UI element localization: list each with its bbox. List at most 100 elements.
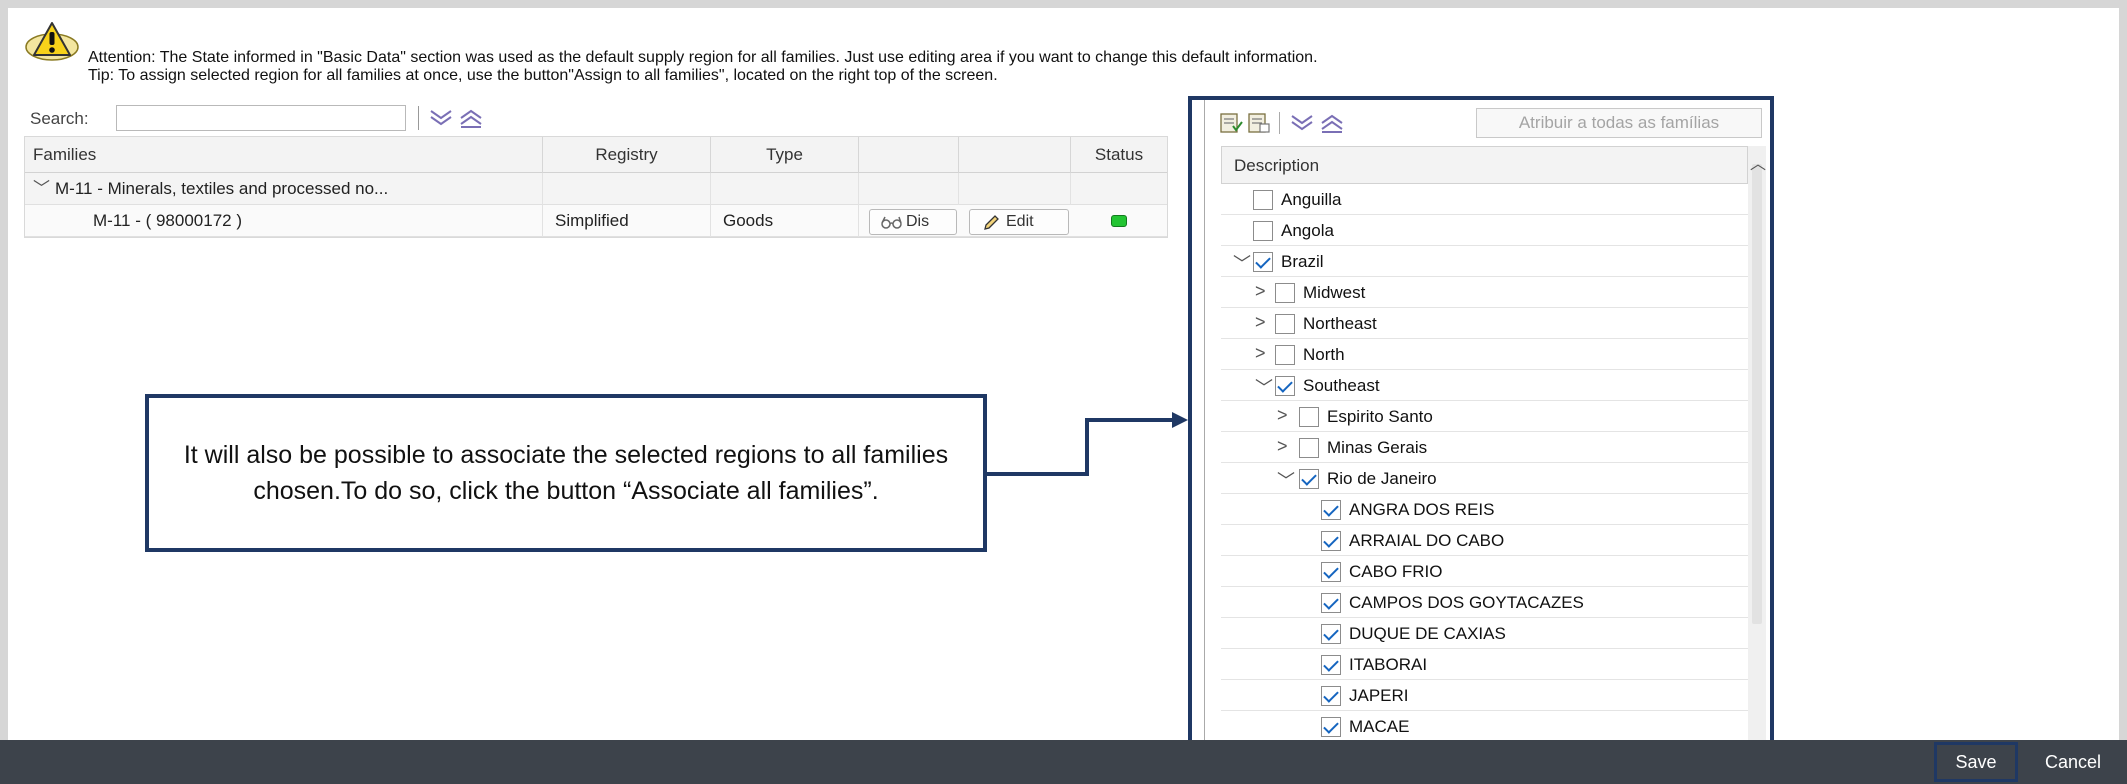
region-checkbox[interactable] [1275, 283, 1295, 303]
assign-to-all-families-button[interactable]: Atribuir a todas as famílias [1476, 108, 1762, 138]
search-bar: Search: [24, 104, 1168, 132]
region-label: Southeast [1303, 376, 1380, 395]
expand-all-icon[interactable] [428, 107, 454, 129]
region-checkbox[interactable] [1275, 376, 1295, 396]
region-label: CABO FRIO [1349, 562, 1443, 581]
region-label: Anguilla [1281, 190, 1342, 209]
tree-node[interactable]: JAPERI [1221, 680, 1748, 711]
tip-message: Tip: To assign selected region for all f… [88, 67, 998, 84]
type-cell: Goods [711, 205, 859, 237]
status-indicator [1111, 215, 1127, 227]
region-label: North [1303, 345, 1345, 364]
display-button[interactable]: Dis [869, 209, 957, 235]
region-checkbox[interactable] [1321, 562, 1341, 582]
column-type[interactable]: Type [711, 137, 859, 173]
region-label: ARRAIAL DO CABO [1349, 531, 1505, 550]
family-cell: M-11 - ( 98000172 ) [25, 205, 543, 237]
region-label: Rio de Janeiro [1327, 469, 1437, 488]
tree-node[interactable]: > Northeast [1221, 308, 1748, 339]
tree-node[interactable]: > Midwest [1221, 277, 1748, 308]
tree-node[interactable]: ﹀ Brazil [1221, 246, 1748, 277]
tree-node[interactable]: > Minas Gerais [1221, 432, 1748, 463]
cancel-button[interactable]: Cancel [2028, 742, 2118, 782]
region-checkbox[interactable] [1321, 593, 1341, 613]
region-checkbox[interactable] [1275, 345, 1295, 365]
group-label: M-11 - Minerals, textiles and processed … [55, 179, 389, 198]
region-checkbox[interactable] [1299, 407, 1319, 427]
tree-node[interactable]: DUQUE DE CAXIAS [1221, 618, 1748, 649]
tree-node[interactable]: CAMPOS DOS GOYTACAZES [1221, 587, 1748, 618]
column-display [859, 137, 959, 173]
chevron-right-icon[interactable]: > [1255, 281, 1266, 302]
region-checkbox[interactable] [1275, 314, 1295, 334]
column-status[interactable]: Status [1071, 137, 1167, 173]
region-checkbox[interactable] [1253, 221, 1273, 241]
column-description[interactable]: Description [1221, 146, 1748, 184]
tree-node[interactable]: ANGRA DOS REIS [1221, 494, 1748, 525]
search-input[interactable] [116, 105, 406, 131]
tree-node[interactable]: Anguilla [1221, 184, 1748, 215]
tree-node[interactable]: ARRAIAL DO CABO [1221, 525, 1748, 556]
chevron-right-icon[interactable]: > [1277, 436, 1288, 457]
column-families[interactable]: Families [25, 137, 543, 173]
tree-node[interactable]: CABO FRIO [1221, 556, 1748, 587]
tree-node[interactable]: MACAE [1221, 711, 1748, 742]
cell-empty [959, 173, 1071, 205]
table-header: Families Registry Type Status [25, 137, 1167, 173]
glasses-icon [881, 216, 902, 229]
tree-node[interactable]: ﹀ Rio de Janeiro [1221, 463, 1748, 494]
region-checkbox[interactable] [1321, 655, 1341, 675]
collapse-all-icon[interactable] [458, 107, 484, 129]
tree-node[interactable]: ﹀ Southeast [1221, 370, 1748, 401]
select-all-icon[interactable] [1219, 112, 1243, 134]
toolbar-separator [418, 106, 419, 130]
scroll-up-icon[interactable]: ︿ [1750, 150, 1766, 174]
column-registry[interactable]: Registry [543, 137, 711, 173]
pencil-icon [984, 215, 999, 230]
chevron-down-icon[interactable]: ﹀ [1277, 467, 1295, 493]
region-label: Espirito Santo [1327, 407, 1433, 426]
cell-empty [859, 173, 959, 205]
region-checkbox[interactable] [1321, 500, 1341, 520]
expand-all-icon[interactable] [1289, 112, 1315, 134]
edit-button[interactable]: Edit [969, 209, 1069, 235]
region-checkbox[interactable] [1321, 717, 1341, 737]
families-table: Families Registry Type Status ﹀ M-11 - Mi… [24, 136, 1168, 238]
tree-node[interactable]: ITABORAI [1221, 649, 1748, 680]
region-checkbox[interactable] [1321, 686, 1341, 706]
region-checkbox[interactable] [1253, 252, 1273, 272]
tree-node[interactable]: Angola [1221, 215, 1748, 246]
registry-cell: Simplified [543, 205, 711, 237]
region-checkbox[interactable] [1299, 438, 1319, 458]
scrollbar-thumb[interactable] [1752, 164, 1762, 624]
chevron-right-icon[interactable]: > [1255, 312, 1266, 333]
region-checkbox[interactable] [1321, 624, 1341, 644]
region-label: DUQUE DE CAXIAS [1349, 624, 1506, 643]
cell-empty [543, 173, 711, 205]
table-group-row[interactable]: ﹀ M-11 - Minerals, textiles and processed… [25, 173, 1167, 205]
tree-node[interactable]: > Espirito Santo [1221, 401, 1748, 432]
region-label: Minas Gerais [1327, 438, 1428, 457]
region-label: CAMPOS DOS GOYTACAZES [1349, 593, 1584, 612]
region-panel: Atribuir a todas as famílias Description… [1188, 96, 1774, 746]
region-label: MACAE [1349, 717, 1410, 736]
chevron-down-icon[interactable]: ﹀ [1233, 250, 1251, 276]
tree-node[interactable]: > North [1221, 339, 1748, 370]
region-checkbox[interactable] [1253, 190, 1273, 210]
chevron-right-icon[interactable]: > [1277, 405, 1288, 426]
region-checkbox[interactable] [1299, 469, 1319, 489]
table-row[interactable]: M-11 - ( 98000172 ) Simplified Goods Dis… [25, 205, 1167, 237]
collapse-all-icon[interactable] [1319, 112, 1345, 134]
region-label: ITABORAI [1349, 655, 1428, 674]
region-label: JAPERI [1349, 686, 1409, 705]
callout-text: It will also be possible to associate th… [183, 441, 949, 505]
chevron-down-icon[interactable]: ﹀ [33, 173, 55, 205]
display-label: Dis [906, 213, 930, 230]
chevron-right-icon[interactable]: > [1255, 343, 1266, 364]
chevron-down-icon[interactable]: ﹀ [1255, 374, 1273, 400]
deselect-all-icon[interactable] [1247, 112, 1271, 134]
search-label: Search: [30, 109, 89, 128]
region-checkbox[interactable] [1321, 531, 1341, 551]
edit-label: Edit [1006, 213, 1034, 230]
save-button[interactable]: Save [1934, 742, 2018, 782]
